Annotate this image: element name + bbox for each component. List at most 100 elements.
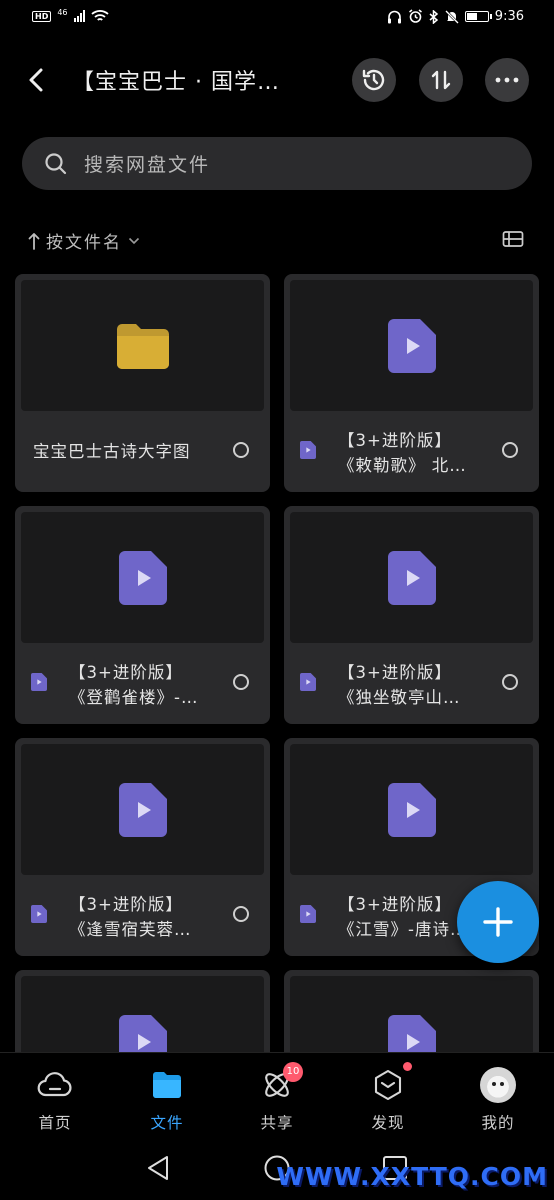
sort-button[interactable]: 按文件名 (28, 228, 140, 253)
bluetooth-icon (429, 9, 438, 24)
signal-icon (73, 10, 85, 22)
file-caption: 【3+进阶版】 《独坐敬亭山… (284, 643, 539, 724)
tab-share[interactable]: 10 共享 (232, 1062, 322, 1133)
file-card[interactable]: 【3+进阶版】 《独坐敬亭山… (284, 506, 539, 724)
folder-icon (116, 323, 169, 369)
search-icon (45, 153, 67, 175)
arrow-up-icon (28, 232, 40, 250)
tab-label: 发现 (371, 1114, 405, 1132)
mute-bell-icon (444, 9, 459, 24)
avatar (480, 1067, 516, 1103)
sort-bar: 按文件名 (0, 222, 554, 258)
tab-me[interactable]: 我的 (453, 1067, 543, 1133)
file-caption: 【3+进阶版】 《敕勒歌》 北… (284, 411, 539, 492)
video-file-icon (118, 782, 167, 837)
tab-label: 共享 (260, 1114, 294, 1132)
file-name: 【3+进阶版】 《独坐敬亭山… (338, 663, 461, 707)
file-thumbnail (290, 512, 533, 643)
search-input[interactable] (82, 137, 506, 192)
video-file-icon (31, 905, 47, 923)
add-button[interactable] (457, 881, 539, 963)
file-caption: 【3+进阶版】 《登鹳雀楼》-… (15, 643, 270, 724)
headphones-icon (387, 10, 401, 23)
status-bar: HD 46 9:36 (0, 0, 554, 38)
back-button[interactable] (22, 63, 52, 97)
page-title: 【宝宝巴士 · 国学… (72, 70, 280, 95)
tab-label: 首页 (38, 1114, 72, 1132)
file-name: 宝宝巴士古诗大字图 (33, 442, 191, 461)
file-type-icon (300, 441, 316, 463)
file-thumbnail (290, 280, 533, 411)
file-type-icon (31, 673, 47, 695)
sort-label: 按文件名 (46, 233, 122, 253)
select-radio[interactable] (502, 442, 518, 458)
file-type-icon (300, 905, 316, 927)
history-icon (362, 69, 385, 91)
share-badge: 10 (283, 1062, 303, 1082)
file-caption: 【3+进阶版】 《逢雪宿芙蓉… (15, 875, 270, 956)
video-file-icon (387, 550, 436, 605)
alarm-icon (408, 9, 422, 23)
select-radio[interactable] (502, 674, 518, 690)
watermark: WWW.XXTTQ.COM (276, 1162, 548, 1191)
file-thumbnail (21, 280, 264, 411)
video-file-icon (387, 318, 436, 373)
file-card[interactable] (284, 970, 539, 1052)
tab-home[interactable]: 首页 (10, 1067, 100, 1133)
wifi-icon (90, 10, 109, 21)
select-radio[interactable] (233, 906, 249, 922)
more-button[interactable] (485, 58, 529, 102)
video-file-icon (300, 441, 316, 459)
list-view-icon (502, 231, 524, 247)
plus-icon (483, 907, 513, 937)
network-type: 46 (57, 7, 68, 17)
file-card[interactable]: 【3+进阶版】 《登鹳雀楼》-… (15, 506, 270, 724)
file-thumbnail (21, 976, 264, 1052)
file-type-icon (300, 673, 316, 695)
discover-notification-dot (403, 1062, 412, 1071)
chevron-down-icon (128, 237, 140, 244)
file-thumbnail (21, 512, 264, 643)
video-file-icon (118, 1014, 167, 1052)
file-card[interactable]: 【3+进阶版】 《敕勒歌》 北… (284, 274, 539, 492)
video-file-icon (387, 1014, 436, 1052)
select-radio[interactable] (233, 674, 249, 690)
file-card[interactable]: 【3+进阶版】 《逢雪宿芙蓉… (15, 738, 270, 956)
search-bar[interactable] (22, 137, 532, 192)
bottom-tab-bar: 首页 文件 10 共享 发现 我的 (0, 1052, 554, 1147)
file-thumbnail (290, 976, 533, 1052)
nav-back-icon[interactable] (145, 1154, 171, 1182)
transfer-arrows-icon (431, 70, 451, 90)
video-file-icon (300, 905, 316, 923)
file-thumbnail (290, 744, 533, 875)
file-card[interactable] (15, 970, 270, 1052)
video-file-icon (118, 550, 167, 605)
video-file-icon (31, 673, 47, 691)
more-dots-icon (495, 77, 519, 83)
folder-card[interactable]: 宝宝巴士古诗大字图 (15, 274, 270, 492)
file-type-icon (31, 905, 47, 927)
file-caption: 宝宝巴士古诗大字图 (15, 411, 270, 492)
video-file-icon (300, 673, 316, 691)
clock: 9:36 (494, 9, 524, 24)
transfer-button[interactable] (419, 58, 463, 102)
file-name: 【3+进阶版】 《敕勒歌》 北… (338, 431, 467, 475)
hd-indicator: HD (32, 10, 52, 22)
view-mode-toggle[interactable] (502, 230, 524, 252)
folder-icon (153, 1072, 181, 1098)
video-file-icon (387, 782, 436, 837)
history-button[interactable] (352, 58, 396, 102)
file-name: 【3+进阶版】 《逢雪宿芙蓉… (69, 895, 192, 939)
battery-icon (464, 11, 492, 22)
file-name: 【3+进阶版】 《登鹳雀楼》-… (69, 663, 199, 707)
file-thumbnail (21, 744, 264, 875)
chevron-left-icon (29, 68, 43, 92)
tab-label: 文件 (150, 1114, 184, 1132)
tab-discover[interactable]: 发现 (343, 1062, 433, 1133)
cube-icon (374, 1069, 402, 1101)
tab-label: 我的 (481, 1114, 515, 1132)
select-radio[interactable] (233, 442, 249, 458)
cloud-icon (37, 1072, 72, 1097)
tab-files[interactable]: 文件 (122, 1067, 212, 1133)
top-bar: 【宝宝巴士 · 国学… (0, 50, 554, 112)
